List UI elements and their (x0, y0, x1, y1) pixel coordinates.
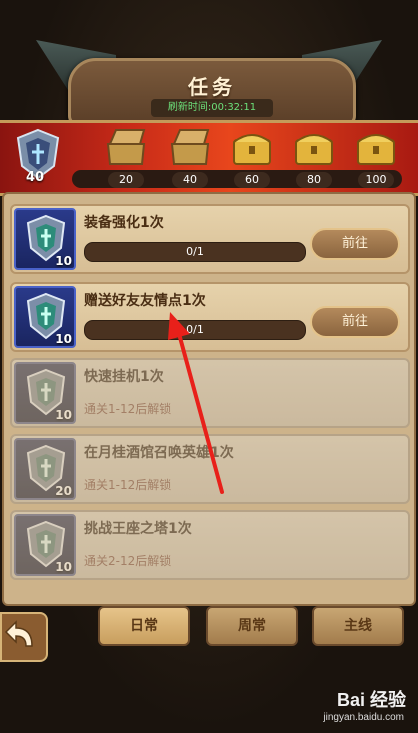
task-reward-icon: 10 (14, 208, 76, 270)
back-arrow-icon (4, 620, 33, 647)
chest-closed-icon[interactable] (354, 128, 398, 166)
task-reward-amount: 20 (55, 484, 72, 498)
task-row-locked: 10 快速挂机1次 通关1-12后解锁 (10, 358, 410, 428)
chest-threshold: 60 (234, 172, 270, 188)
task-progress-bar: 0/1 (84, 242, 306, 262)
tab-daily[interactable]: 日常 (98, 606, 190, 646)
task-title: 赠送好友友情点1次 (84, 293, 206, 309)
chest-threshold: 20 (108, 172, 144, 188)
watermark-url: jingyan.baidu.com (323, 712, 404, 723)
task-list-panel[interactable]: 10 装备强化1次 0/1 前往 10 赠送好友友情点1次 0/1 前往 10 … (2, 192, 416, 606)
current-points: 40 (25, 170, 45, 185)
page-title: 任务 (188, 75, 236, 99)
task-reward-icon: 20 (14, 438, 76, 500)
tab-main[interactable]: 主线 (312, 606, 404, 646)
go-button[interactable]: 前往 (310, 228, 400, 260)
unlock-requirement: 通关1-12后解锁 (84, 402, 172, 416)
task-progress-text: 0/1 (186, 323, 204, 336)
task-progress-text: 0/1 (186, 245, 204, 258)
task-title: 快速挂机1次 (84, 369, 164, 385)
unlock-requirement: 通关2-12后解锁 (84, 554, 172, 568)
refresh-timer: 刷新时间:00:32:11 (151, 99, 273, 117)
chest-open-icon[interactable] (104, 128, 148, 166)
task-reward-amount: 10 (55, 560, 72, 574)
chest-threshold: 80 (296, 172, 332, 188)
task-reward-amount: 10 (55, 254, 72, 268)
task-reward-amount: 10 (55, 408, 72, 422)
task-reward-icon: 10 (14, 362, 76, 424)
chest-closed-icon[interactable] (292, 128, 336, 166)
back-button[interactable] (0, 612, 48, 662)
task-title: 挑战王座之塔1次 (84, 521, 192, 537)
task-row: 10 赠送好友友情点1次 0/1 前往 (10, 282, 410, 352)
go-button[interactable]: 前往 (310, 306, 400, 338)
chest-closed-icon[interactable] (230, 128, 274, 166)
title-plaque: 任务 刷新时间:00:32:11 (68, 58, 356, 126)
task-reward-amount: 10 (55, 332, 72, 346)
tab-weekly[interactable]: 周常 (206, 606, 298, 646)
chest-threshold: 100 (358, 172, 394, 188)
task-reward-icon: 10 (14, 514, 76, 576)
watermark-logo: Bai 经验 (336, 690, 406, 710)
unlock-requirement: 通关1-12后解锁 (84, 478, 172, 492)
task-progress-bar: 0/1 (84, 320, 306, 340)
task-title: 装备强化1次 (84, 215, 164, 231)
task-title: 在月桂酒馆召唤英雄1次 (84, 445, 234, 461)
task-row-locked: 20 在月桂酒馆召唤英雄1次 通关1-12后解锁 (10, 434, 410, 504)
chest-open-icon[interactable] (168, 128, 212, 166)
task-row-locked: 10 挑战王座之塔1次 通关2-12后解锁 (10, 510, 410, 580)
task-row: 10 装备强化1次 0/1 前往 (10, 204, 410, 274)
task-reward-icon: 10 (14, 286, 76, 348)
chest-threshold: 40 (172, 172, 208, 188)
